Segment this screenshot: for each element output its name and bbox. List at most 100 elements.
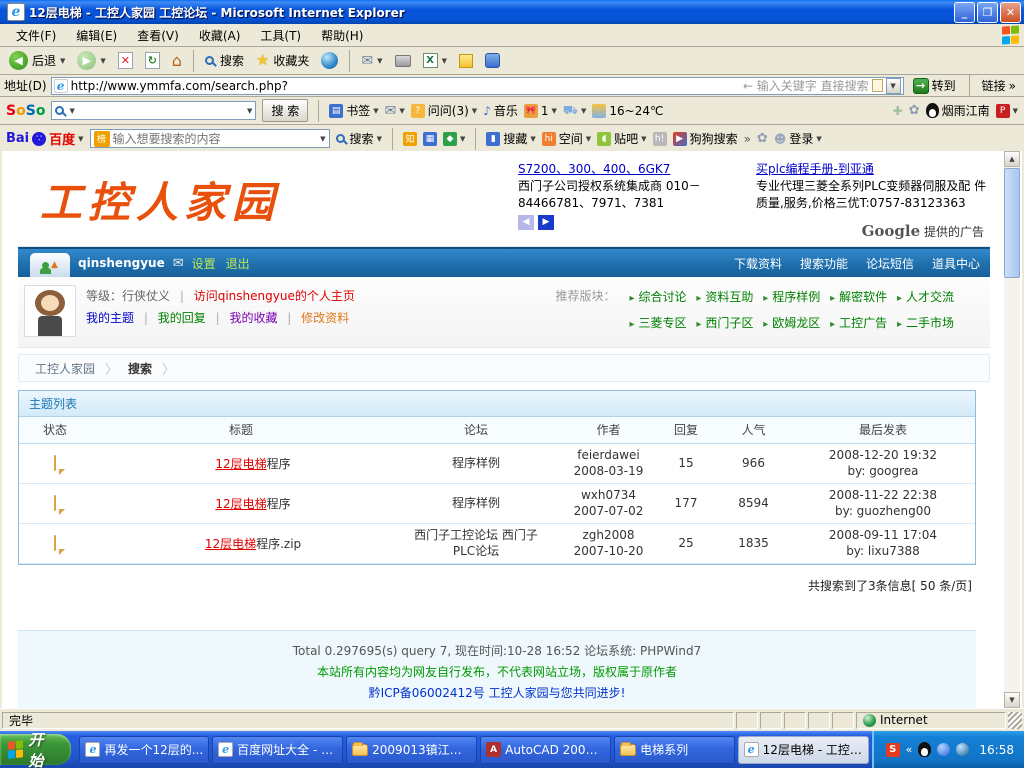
- forward-dropdown-icon[interactable]: ▼: [100, 57, 105, 65]
- soso-cart-dropdown-icon[interactable]: ▼: [581, 107, 586, 115]
- taskbar-task-ie2[interactable]: e 百度网址大全 - Mi...: [212, 736, 343, 764]
- menu-favorites[interactable]: 收藏(A): [189, 24, 251, 47]
- menu-tools[interactable]: 工具(T): [250, 24, 311, 47]
- baidu-soucang-button[interactable]: ▮ 搜藏 ▼: [486, 130, 535, 147]
- site-logo[interactable]: 工控人家园: [40, 169, 280, 230]
- topic-author[interactable]: wxh0734: [561, 487, 656, 503]
- soso-mail-button[interactable]: ✉ ▼: [385, 104, 405, 118]
- soso-bookmarks-button[interactable]: ▤ 书签 ▼: [329, 102, 378, 119]
- baidu-space-button[interactable]: hi 空间 ▼: [542, 130, 591, 147]
- soso-search-button[interactable]: 搜 索: [262, 99, 308, 122]
- baidu-login-dropdown-icon[interactable]: ▼: [816, 135, 821, 143]
- soso-wenwen-dropdown-icon[interactable]: ▼: [472, 107, 477, 115]
- taskbar-task-current[interactable]: e 12层电梯 - 工控人...: [738, 736, 869, 764]
- forum-link-chengxu[interactable]: 程序样例: [763, 290, 820, 304]
- close-button[interactable]: ✕: [1000, 2, 1021, 23]
- baidu-tieba-dropdown-icon[interactable]: ▼: [641, 135, 646, 143]
- address-dropdown-button[interactable]: ▼: [886, 78, 901, 94]
- messenger-button[interactable]: [480, 51, 505, 70]
- breadcrumb-home-link[interactable]: 工控人家园: [35, 360, 95, 377]
- baidu-search-input[interactable]: [113, 132, 318, 146]
- favorites-button[interactable]: ★ 收藏夹: [251, 50, 314, 71]
- topic-forum[interactable]: 程序样例: [391, 443, 561, 483]
- forum-link-guanggao[interactable]: 工控广告: [830, 316, 887, 330]
- ad-right-title-link[interactable]: 买plc编程手册-到亚通: [756, 162, 874, 176]
- topic-lastby[interactable]: by: guozheng00: [791, 503, 975, 519]
- topic-forum[interactable]: 程序样例: [391, 483, 561, 523]
- topic-title-link[interactable]: 12层电梯: [215, 497, 266, 511]
- back-dropdown-icon[interactable]: ▼: [60, 57, 65, 65]
- forum-link-ershou[interactable]: 二手市场: [897, 316, 954, 330]
- home-button[interactable]: ⌂: [167, 51, 187, 71]
- ad-prev-icon[interactable]: ◀: [518, 215, 534, 230]
- soso-qq-account[interactable]: 烟雨江南: [926, 102, 990, 119]
- baidu-bang-icon[interactable]: 榜: [94, 131, 110, 147]
- message-envelope-icon[interactable]: ✉: [173, 256, 184, 271]
- tray-collapse-icon[interactable]: «: [906, 743, 913, 756]
- nav-props-link[interactable]: 道具中心: [932, 255, 980, 272]
- menu-view[interactable]: 查看(V): [127, 24, 189, 47]
- soso-logo[interactable]: SoSo: [6, 103, 45, 119]
- taskbar-task-folder2[interactable]: 电梯系列: [614, 736, 735, 764]
- print-button[interactable]: [390, 53, 416, 69]
- baidu-soucang-dropdown-icon[interactable]: ▼: [530, 135, 535, 143]
- soso-music-button[interactable]: ♪ 音乐: [483, 102, 518, 119]
- soso-weather-button[interactable]: 16~24℃: [592, 104, 663, 118]
- history-button[interactable]: [316, 50, 343, 71]
- minimize-button[interactable]: _: [954, 2, 975, 23]
- baidu-search-button[interactable]: 搜索 ▼: [336, 130, 382, 147]
- soso-pdf-dropdown-icon[interactable]: ▼: [1013, 107, 1018, 115]
- taskbar-task-ie1[interactable]: e 再发一个12层的...: [79, 736, 209, 764]
- menu-edit[interactable]: 编辑(E): [66, 24, 127, 47]
- address-input[interactable]: [71, 79, 740, 93]
- baidu-login-button[interactable]: ☻ 登录 ▼: [774, 130, 822, 147]
- soso-search-input[interactable]: [78, 104, 244, 118]
- topic-forum[interactable]: 西门子工控论坛 西门子 PLC论坛: [391, 523, 561, 563]
- soso-gift-button[interactable]: 🎀 1 ▼: [524, 104, 557, 118]
- topic-lastby[interactable]: by: lixu7388: [791, 543, 975, 559]
- tray-qq-icon[interactable]: [918, 742, 931, 757]
- footer-icp-link[interactable]: 黔ICP备06002412号 工控人家园与您共同进步!: [18, 683, 976, 704]
- user-tab[interactable]: ▲: [30, 253, 70, 277]
- scroll-down-icon[interactable]: ▼: [1004, 692, 1020, 708]
- menu-file[interactable]: 文件(F): [6, 24, 66, 47]
- user-avatar[interactable]: [24, 285, 76, 337]
- soso-settings-gear-icon[interactable]: ✿: [909, 104, 920, 117]
- topic-lastby[interactable]: by: googrea: [791, 463, 975, 479]
- ad-next-icon[interactable]: ▶: [538, 215, 554, 230]
- scroll-up-icon[interactable]: ▲: [1004, 151, 1020, 167]
- taskbar-task-autocad[interactable]: A AutoCAD 2007 - [C:...: [480, 736, 611, 764]
- baidu-zhidao-icon[interactable]: 知: [403, 132, 417, 146]
- topic-author[interactable]: zgh2008: [561, 527, 656, 543]
- nav-download-link[interactable]: 下载资料: [734, 255, 782, 272]
- forum-link-oumulong[interactable]: 欧姆龙区: [763, 316, 820, 330]
- baidu-settings-gear-icon[interactable]: ✿: [757, 132, 768, 145]
- menu-help[interactable]: 帮助(H): [311, 24, 373, 47]
- baidu-hao-icon[interactable]: h!: [653, 132, 667, 146]
- forum-link-zonghe[interactable]: 综合讨论: [629, 290, 686, 304]
- edit-button[interactable]: X ▼: [418, 51, 452, 70]
- search-button[interactable]: 搜索: [200, 50, 249, 71]
- mail-dropdown-icon[interactable]: ▼: [377, 57, 382, 65]
- soso-mail-dropdown-icon[interactable]: ▼: [399, 107, 404, 115]
- forum-link-ziliao[interactable]: 资料互助: [696, 290, 753, 304]
- notes-button[interactable]: [454, 52, 478, 70]
- baidu-tieba-button[interactable]: ◖ 贴吧 ▼: [597, 130, 646, 147]
- topic-list-title[interactable]: 主题列表: [29, 395, 77, 412]
- baidu-search-dropdown-icon[interactable]: ▼: [377, 135, 382, 143]
- resize-grip[interactable]: [1008, 712, 1022, 729]
- logout-link[interactable]: 退出: [226, 255, 250, 272]
- baidu-games-button[interactable]: ◆ ▼: [443, 132, 465, 146]
- my-favorites-link[interactable]: 我的收藏: [229, 311, 277, 325]
- tray-sogou-icon[interactable]: S: [886, 743, 900, 757]
- baidu-input-dropdown-icon[interactable]: ▼: [320, 135, 325, 143]
- back-button[interactable]: ◀ 后退 ▼: [4, 49, 70, 72]
- settings-link[interactable]: 设置: [192, 255, 216, 272]
- tray-app-icon[interactable]: [937, 743, 950, 756]
- vertical-scrollbar[interactable]: ▲ ▼: [1004, 151, 1020, 708]
- soso-engine-dropdown-icon[interactable]: ▼: [69, 107, 74, 115]
- my-topics-link[interactable]: 我的主题: [86, 311, 134, 325]
- topic-title-link[interactable]: 12层电梯: [215, 457, 266, 471]
- mail-button[interactable]: ✉ ▼: [356, 52, 387, 70]
- baidu-logo[interactable]: Bai ∵ 百度 ▼: [6, 129, 84, 148]
